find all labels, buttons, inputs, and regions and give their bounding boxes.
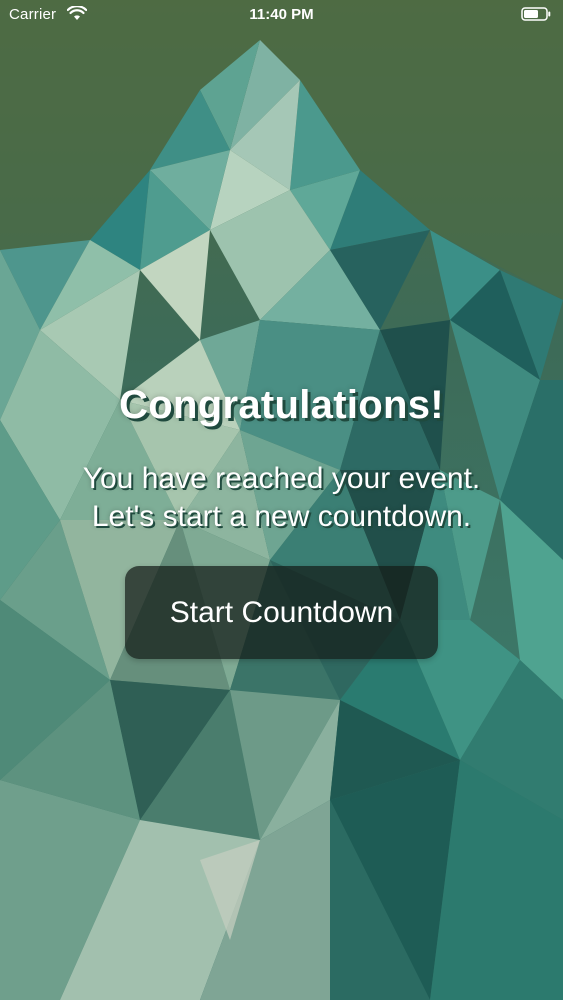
start-countdown-button[interactable]: Start Countdown xyxy=(125,566,438,659)
message-line-1: You have reached your event. xyxy=(82,462,481,495)
page-title: Congratulations! xyxy=(119,383,444,427)
countdown-complete-screen: Carrier 11:40 PM Congratulations! You ha… xyxy=(0,0,563,1000)
battery-icon xyxy=(521,7,551,21)
completion-message: Congratulations! You have reached your e… xyxy=(0,378,563,536)
status-time: 11:40 PM xyxy=(249,6,314,23)
event-reached-message: You have reached your event. Let's start… xyxy=(0,460,563,536)
message-line-2: Let's start a new countdown. xyxy=(91,500,472,533)
status-bar: Carrier 11:40 PM xyxy=(0,0,563,30)
